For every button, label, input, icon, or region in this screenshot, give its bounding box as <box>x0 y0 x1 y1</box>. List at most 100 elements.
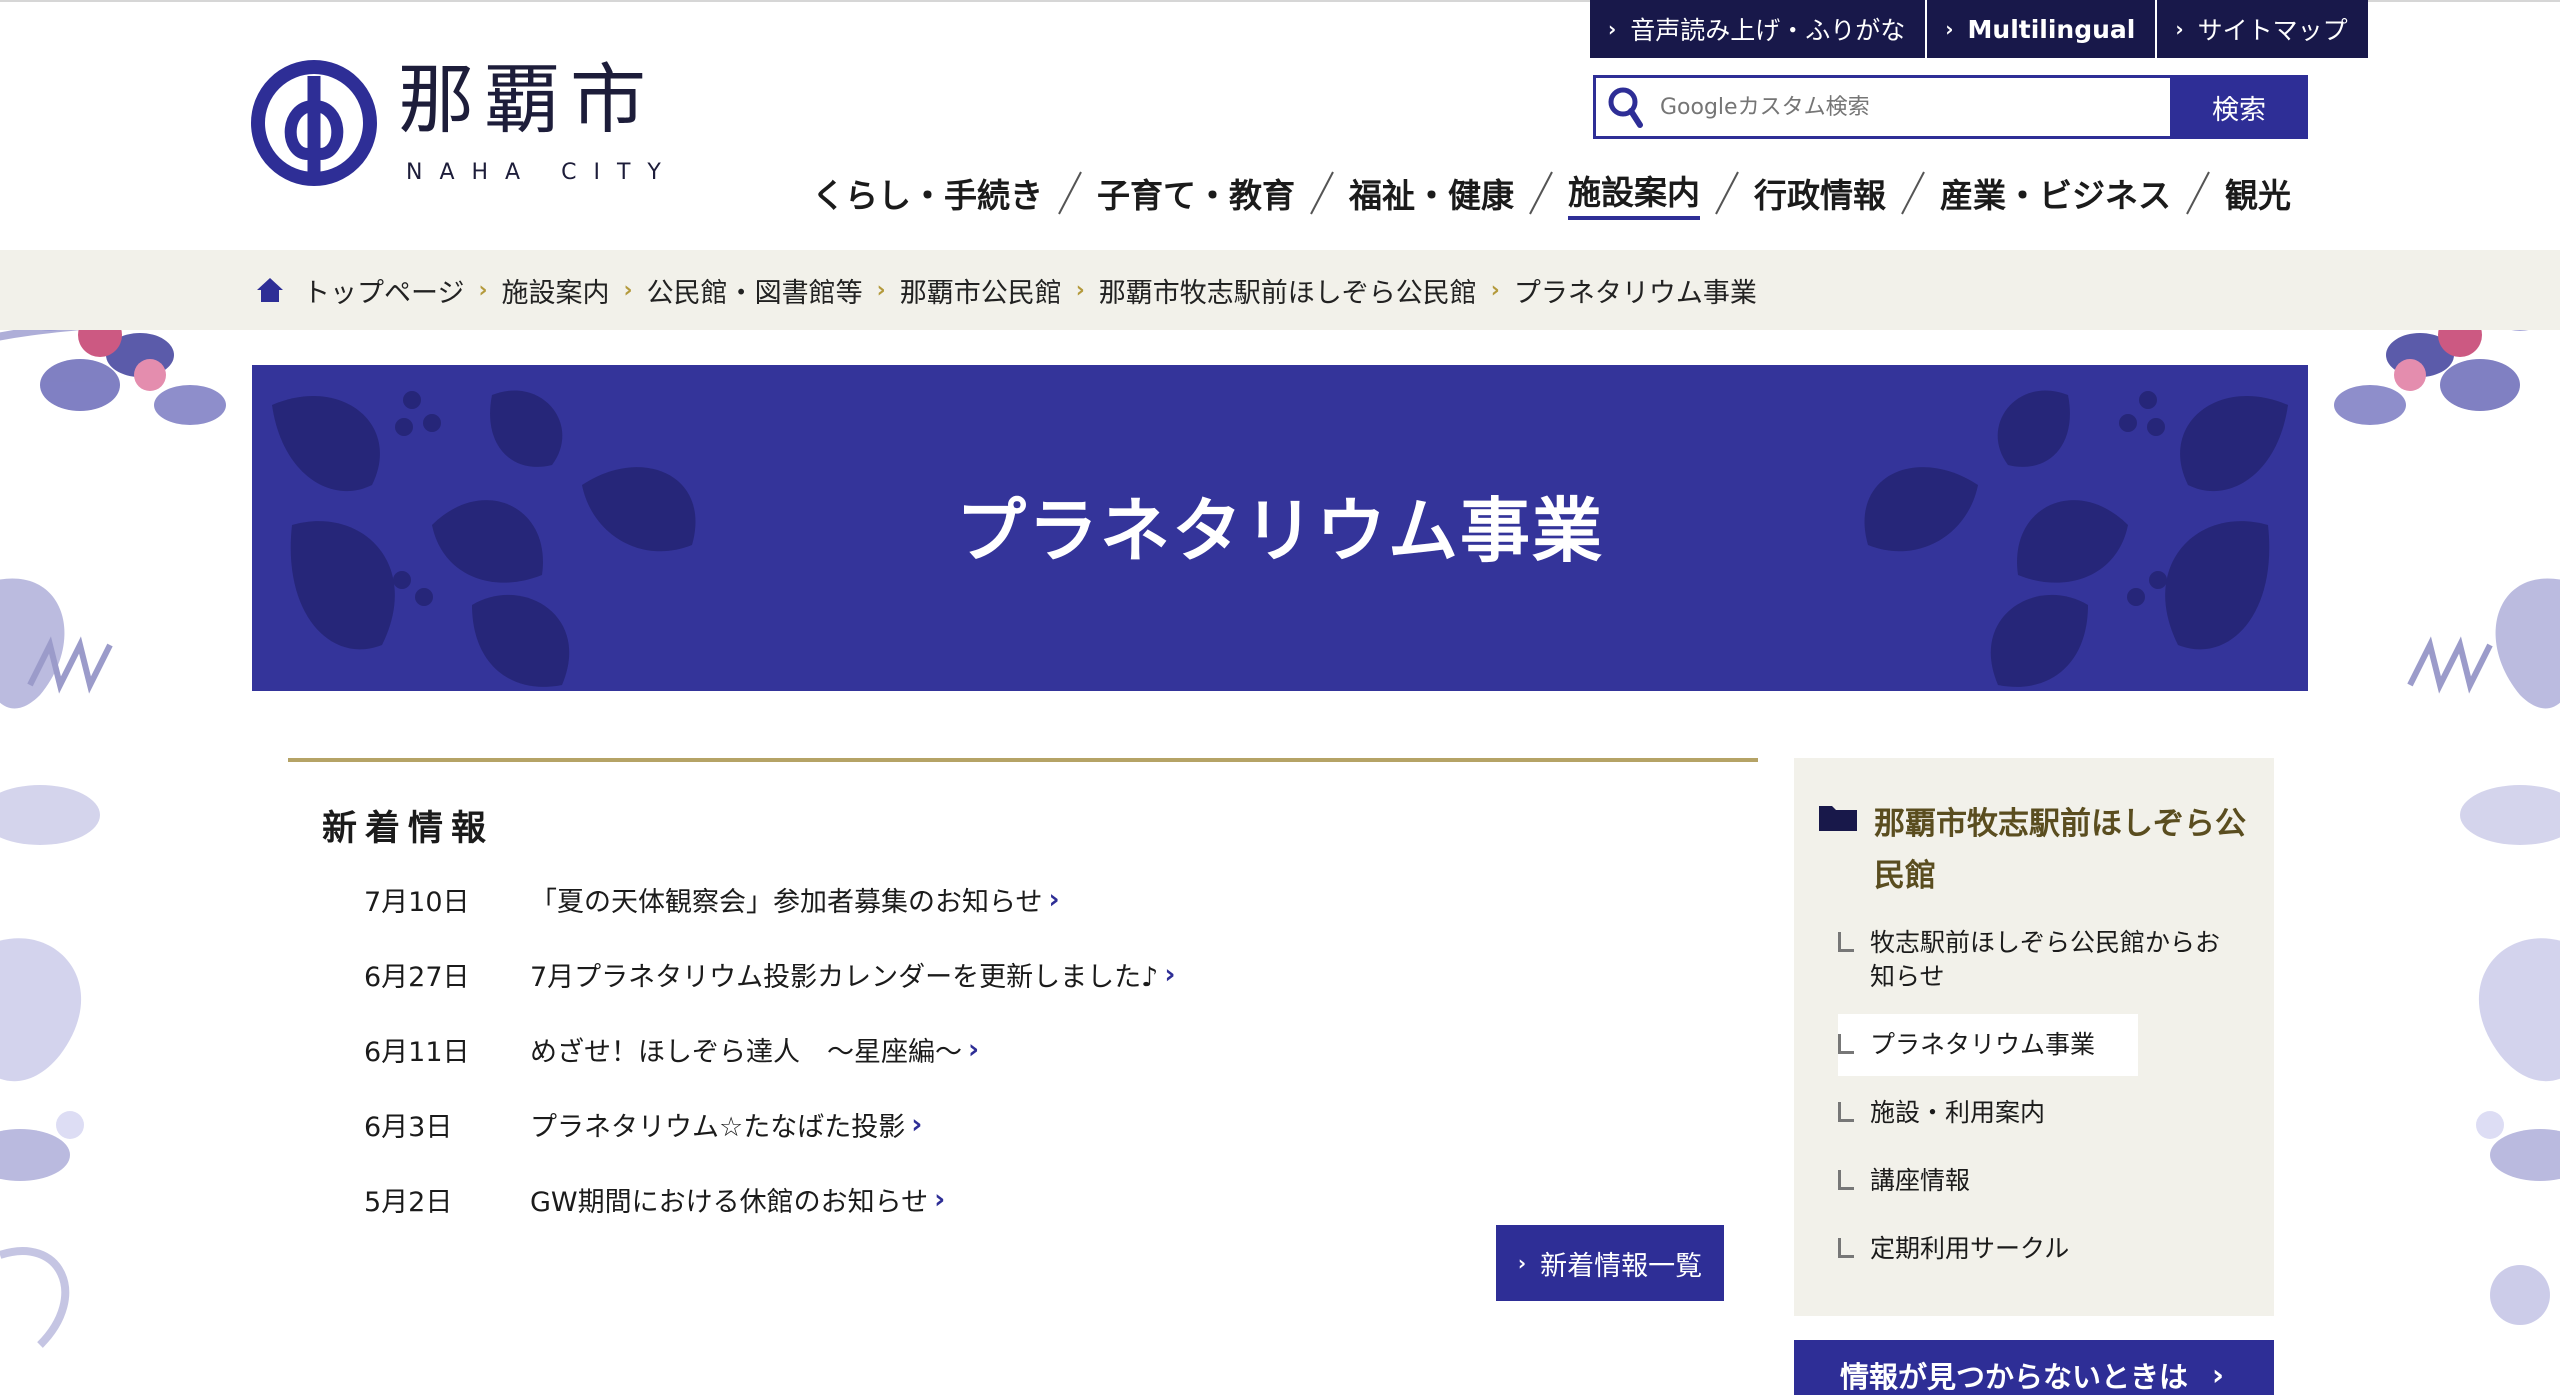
side-nav-item-label: プラネタリウム事業 <box>1870 1030 2096 1059</box>
not-found-button[interactable]: 情報が見つからないときは › <box>1794 1340 2274 1395</box>
side-nav-list: 牧志駅前ほしぞら公民館からお知らせ プラネタリウム事業 施設・利用案内 講座情報… <box>1838 926 2258 1300</box>
chevron-right-icon: › <box>623 277 633 303</box>
tree-branch-icon <box>1838 1170 1854 1190</box>
nav-separator <box>1715 171 1739 215</box>
decorative-floral-left <box>0 255 240 1395</box>
news-link-text: プラネタリウム☆たなばた投影 <box>530 1112 906 1143</box>
global-nav: くらし・手続き 子育て・教育 福祉・健康 施設案内 行政情報 産業・ビジネス 観… <box>812 166 2291 220</box>
chevron-right-icon: › <box>1945 17 1954 41</box>
chevron-right-icon: › <box>1608 17 1617 41</box>
nav-administration[interactable]: 行政情報 <box>1754 169 1886 217</box>
search-input[interactable] <box>1660 94 2140 120</box>
breadcrumb-community-centers[interactable]: 公民館・図書館等 <box>647 271 863 310</box>
chevron-right-icon: › <box>1490 277 1500 303</box>
news-heading: 新着情報 <box>322 809 495 849</box>
news-list-button-label: 新着情報一覧 <box>1540 1250 1703 1282</box>
chevron-right-icon: › <box>911 1109 923 1140</box>
multilingual-label: Multilingual <box>1967 14 2136 44</box>
chevron-right-icon: › <box>968 1034 980 1065</box>
news-link-text: 「夏の天体観察会」参加者募集のお知らせ <box>530 887 1043 918</box>
nav-business[interactable]: 産業・ビジネス <box>1940 169 2171 217</box>
side-nav-title[interactable]: 那覇市牧志駅前ほしぞら公民館 <box>1874 798 2248 902</box>
nav-tourism[interactable]: 観光 <box>2225 169 2291 217</box>
decorative-floral-right <box>2320 255 2560 1395</box>
chevron-right-icon: › <box>2212 1358 2224 1392</box>
breadcrumb-facilities[interactable]: 施設案内 <box>502 271 610 310</box>
side-nav-item-planetarium[interactable]: プラネタリウム事業 <box>1838 1014 2138 1076</box>
logo-subtitle: NAHA CITY <box>406 160 678 185</box>
nav-welfare[interactable]: 福祉・健康 <box>1349 169 1514 217</box>
side-nav-item-label: 定期利用サークル <box>1870 1234 2070 1263</box>
news-date: 6月11日 <box>364 1037 470 1068</box>
chevron-right-icon: › <box>478 277 488 303</box>
side-nav-header: 那覇市牧志駅前ほしぞら公民館 <box>1818 798 2248 902</box>
news-date: 5月2日 <box>364 1187 453 1218</box>
side-nav-item-circles[interactable]: 定期利用サークル <box>1838 1232 2258 1266</box>
page-title: プラネタリウム事業 <box>956 490 1604 572</box>
chevron-right-icon: › <box>1048 884 1060 915</box>
nav-separator <box>1310 171 1334 215</box>
chevron-right-icon: › <box>876 277 886 303</box>
side-nav-item-label: 牧志駅前ほしぞら公民館からお知らせ <box>1870 928 2221 991</box>
chevron-right-icon: › <box>934 1184 946 1215</box>
sitemap-link[interactable]: › サイトマップ <box>2155 0 2368 58</box>
nav-separator <box>2186 171 2210 215</box>
side-nav: 那覇市牧志駅前ほしぞら公民館 牧志駅前ほしぞら公民館からお知らせ プラネタリウム… <box>1794 758 2274 1316</box>
utility-bar: › 音声読み上げ・ふりがな › Multilingual › サイトマップ <box>1590 0 2368 58</box>
news-item: 6月3日 プラネタリウム☆たなばた投影 › <box>364 1087 1176 1162</box>
side-nav-item-facility-info[interactable]: 施設・利用案内 <box>1838 1096 2258 1130</box>
sitemap-label: サイトマップ <box>2197 16 2348 45</box>
home-icon <box>257 278 283 302</box>
side-nav-item-notices[interactable]: 牧志駅前ほしぞら公民館からお知らせ <box>1838 926 2258 994</box>
news-date: 6月3日 <box>364 1112 453 1143</box>
chevron-right-icon: › <box>1164 959 1176 990</box>
read-aloud-label: 音声読み上げ・ふりがな <box>1630 16 1906 45</box>
search-button[interactable]: 検索 <box>2170 75 2308 139</box>
nav-childcare[interactable]: 子育て・教育 <box>1097 169 1295 217</box>
breadcrumb-current: プラネタリウム事業 <box>1513 277 1757 309</box>
tree-branch-icon <box>1838 1238 1854 1258</box>
multilingual-link[interactable]: › Multilingual <box>1925 0 2156 58</box>
search-icon <box>1608 87 1643 128</box>
news-item: 5月2日 GW期間における休館のお知らせ › <box>364 1162 1176 1237</box>
side-nav-item-courses[interactable]: 講座情報 <box>1838 1164 2258 1198</box>
breadcrumb-top[interactable]: トップページ <box>303 271 464 310</box>
news-link[interactable]: めざせ！ほしぞら達人 〜星座編〜 › <box>530 1030 979 1069</box>
tree-branch-icon <box>1838 1102 1854 1122</box>
news-link[interactable]: プラネタリウム☆たなばた投影 › <box>530 1105 922 1144</box>
nav-separator <box>1058 171 1082 215</box>
search-form: 検索 <box>1593 75 2308 139</box>
chevron-right-icon: › <box>2175 17 2184 41</box>
breadcrumb-hoshizora-kominkan[interactable]: 那覇市牧志駅前ほしぞら公民館 <box>1099 271 1477 310</box>
news-link-text: めざせ！ほしぞら達人 〜星座編〜 <box>530 1037 962 1068</box>
news-item: 6月11日 めざせ！ほしぞら達人 〜星座編〜 › <box>364 1012 1176 1087</box>
news-item: 6月27日 7月プラネタリウム投影カレンダーを更新しました♪ › <box>364 937 1176 1012</box>
side-nav-item-label: 施設・利用案内 <box>1870 1098 2046 1127</box>
news-list: 7月10日 「夏の天体観察会」参加者募集のお知らせ › 6月27日 7月プラネタリ… <box>364 862 1176 1237</box>
news-list-button[interactable]: › 新着情報一覧 <box>1496 1225 1724 1301</box>
breadcrumb-naha-kominkan[interactable]: 那覇市公民館 <box>900 271 1062 310</box>
site-logo[interactable]: 那覇市 NAHA CITY <box>250 58 678 188</box>
tree-branch-icon <box>1838 1034 1854 1054</box>
nav-living[interactable]: くらし・手続き <box>812 169 1043 217</box>
news-section: 新着情報 7月10日 「夏の天体観察会」参加者募集のお知らせ › 6月27日 7月… <box>288 758 1758 1218</box>
nav-separator <box>1529 171 1553 215</box>
chevron-right-icon: › <box>1075 277 1085 303</box>
news-date: 6月27日 <box>364 962 470 993</box>
tree-branch-icon <box>1838 932 1854 952</box>
logo-title: 那覇市 <box>398 55 656 144</box>
city-emblem-icon <box>251 60 377 186</box>
chevron-right-icon: › <box>1517 1251 1527 1275</box>
news-link[interactable]: GW期間における休館のお知らせ › <box>530 1180 945 1219</box>
page-banner: プラネタリウム事業 <box>252 365 2308 691</box>
news-item: 7月10日 「夏の天体観察会」参加者募集のお知らせ › <box>364 862 1176 937</box>
news-link[interactable]: 「夏の天体観察会」参加者募集のお知らせ › <box>530 880 1060 919</box>
news-date: 7月10日 <box>364 887 470 918</box>
folder-icon <box>1819 806 1857 831</box>
news-link[interactable]: 7月プラネタリウム投影カレンダーを更新しました♪ › <box>530 955 1176 994</box>
not-found-label: 情報が見つからないときは <box>1840 1360 2189 1394</box>
breadcrumb: トップページ › 施設案内 › 公民館・図書館等 › 那覇市公民館 › 那覇市牧… <box>255 250 1757 330</box>
nav-facilities[interactable]: 施設案内 <box>1568 166 1700 220</box>
read-aloud-link[interactable]: › 音声読み上げ・ふりがな <box>1590 0 1926 58</box>
search-box <box>1593 75 2170 139</box>
